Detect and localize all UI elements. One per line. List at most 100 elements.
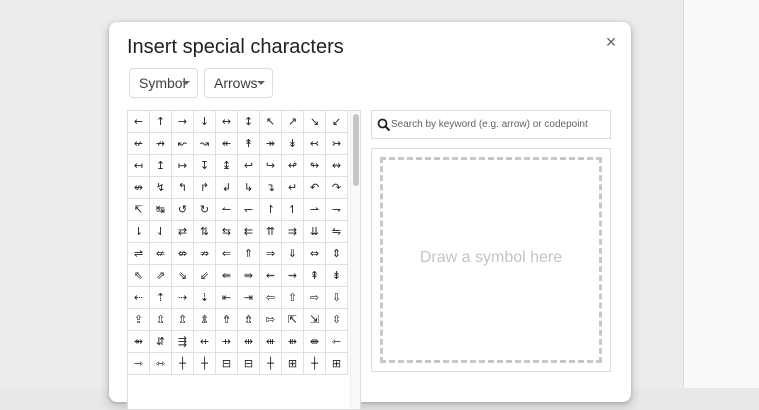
- symbol-cell[interactable]: ⇹: [238, 331, 260, 353]
- symbol-cell[interactable]: ↹: [150, 199, 172, 221]
- symbol-grid-scrollbar[interactable]: [350, 111, 360, 409]
- symbol-cell[interactable]: ⇵: [150, 331, 172, 353]
- symbol-cell[interactable]: ↣: [326, 133, 348, 155]
- symbol-cell[interactable]: ⇠: [128, 287, 150, 309]
- subcategory-dropdown[interactable]: Arrows: [204, 68, 273, 98]
- draw-canvas[interactable]: Draw a symbol here: [380, 157, 602, 363]
- symbol-cell[interactable]: ⇞: [304, 265, 326, 287]
- symbol-cell[interactable]: ↺: [172, 199, 194, 221]
- symbol-cell[interactable]: ⇴: [128, 331, 150, 353]
- symbol-cell[interactable]: ↛: [150, 133, 172, 155]
- symbol-cell[interactable]: ↷: [326, 177, 348, 199]
- symbol-cell[interactable]: ⇣: [194, 287, 216, 309]
- symbol-cell[interactable]: ↰: [172, 177, 194, 199]
- symbol-cell[interactable]: ↵: [282, 177, 304, 199]
- symbol-cell[interactable]: ⇯: [238, 309, 260, 331]
- symbol-cell[interactable]: ⇳: [326, 309, 348, 331]
- symbol-cell[interactable]: ⇲: [304, 309, 326, 331]
- symbol-cell[interactable]: ┼: [172, 353, 194, 375]
- symbol-cell[interactable]: ⇈: [260, 221, 282, 243]
- symbol-cell[interactable]: ↲: [216, 177, 238, 199]
- symbol-cell[interactable]: ↽: [238, 199, 260, 221]
- symbol-cell[interactable]: ↔: [216, 111, 238, 133]
- symbol-cell[interactable]: ↠: [260, 133, 282, 155]
- symbol-cell[interactable]: ⇁: [326, 199, 348, 221]
- symbol-cell[interactable]: ⇫: [150, 309, 172, 331]
- symbol-cell[interactable]: ⇥: [238, 287, 260, 309]
- symbol-cell[interactable]: ⇔: [304, 243, 326, 265]
- symbol-cell[interactable]: ⇍: [150, 243, 172, 265]
- symbol-cell[interactable]: ↾: [260, 199, 282, 221]
- symbol-cell[interactable]: ⇓: [282, 243, 304, 265]
- symbol-cell[interactable]: ↘: [304, 111, 326, 133]
- symbol-cell[interactable]: ⇨: [304, 287, 326, 309]
- symbol-cell[interactable]: ↢: [304, 133, 326, 155]
- symbol-cell[interactable]: ⇾: [128, 353, 150, 375]
- symbol-cell[interactable]: ↸: [128, 199, 150, 221]
- symbol-cell[interactable]: ⇰: [260, 309, 282, 331]
- symbol-cell[interactable]: ⇼: [304, 331, 326, 353]
- symbol-cell[interactable]: ⇚: [216, 265, 238, 287]
- symbol-cell[interactable]: ↨: [216, 155, 238, 177]
- symbol-cell[interactable]: ⇗: [150, 265, 172, 287]
- symbol-cell[interactable]: ⇜: [260, 265, 282, 287]
- symbol-cell[interactable]: ⇭: [194, 309, 216, 331]
- search-input[interactable]: [391, 112, 605, 137]
- symbol-cell[interactable]: ↫: [282, 155, 304, 177]
- symbol-cell[interactable]: ↦: [172, 155, 194, 177]
- symbol-cell[interactable]: ⇙: [194, 265, 216, 287]
- symbol-cell[interactable]: ↳: [238, 177, 260, 199]
- symbol-cell[interactable]: ⇕: [326, 243, 348, 265]
- symbol-cell[interactable]: ↧: [194, 155, 216, 177]
- symbol-cell[interactable]: ↥: [150, 155, 172, 177]
- symbol-cell[interactable]: ⇛: [238, 265, 260, 287]
- symbol-cell[interactable]: ⇽: [326, 331, 348, 353]
- symbol-cell[interactable]: ⇩: [326, 287, 348, 309]
- symbol-cell[interactable]: ↪: [260, 155, 282, 177]
- symbol-cell[interactable]: ↡: [282, 133, 304, 155]
- symbol-cell[interactable]: ⇒: [260, 243, 282, 265]
- symbol-cell[interactable]: ↶: [304, 177, 326, 199]
- symbol-cell[interactable]: ↩: [238, 155, 260, 177]
- symbol-cell[interactable]: ↼: [216, 199, 238, 221]
- symbol-cell[interactable]: ↙: [326, 111, 348, 133]
- symbol-cell[interactable]: ⇅: [194, 221, 216, 243]
- symbol-cell[interactable]: ⇎: [172, 243, 194, 265]
- symbol-cell[interactable]: ⇄: [172, 221, 194, 243]
- symbol-cell[interactable]: ↓: [194, 111, 216, 133]
- symbol-cell[interactable]: ⇬: [172, 309, 194, 331]
- symbol-cell[interactable]: ⇶: [172, 331, 194, 353]
- symbol-cell[interactable]: ⇮: [216, 309, 238, 331]
- symbol-cell[interactable]: ↿: [282, 199, 304, 221]
- symbol-cell[interactable]: ⇌: [128, 243, 150, 265]
- symbol-cell[interactable]: ⇻: [282, 331, 304, 353]
- symbol-cell[interactable]: ⇉: [282, 221, 304, 243]
- category-dropdown[interactable]: Symbol: [129, 68, 198, 98]
- symbol-cell[interactable]: →: [172, 111, 194, 133]
- symbol-cell[interactable]: ↚: [128, 133, 150, 155]
- symbol-cell[interactable]: ↤: [128, 155, 150, 177]
- symbol-cell[interactable]: ↱: [194, 177, 216, 199]
- symbol-cell[interactable]: ⊞: [282, 353, 304, 375]
- symbol-cell[interactable]: ↜: [172, 133, 194, 155]
- close-icon[interactable]: ×: [601, 32, 621, 52]
- symbol-cell[interactable]: ↑: [150, 111, 172, 133]
- symbol-cell[interactable]: ⇦: [260, 287, 282, 309]
- symbol-cell[interactable]: ⇢: [172, 287, 194, 309]
- symbol-cell[interactable]: ⊞: [326, 353, 348, 375]
- symbol-cell[interactable]: ⇑: [238, 243, 260, 265]
- symbol-cell[interactable]: ⇡: [150, 287, 172, 309]
- symbol-cell[interactable]: ⇋: [326, 221, 348, 243]
- symbol-cell[interactable]: ⇺: [260, 331, 282, 353]
- symbol-cell[interactable]: ⇖: [128, 265, 150, 287]
- symbol-cell[interactable]: ←: [128, 111, 150, 133]
- symbol-cell[interactable]: ↟: [238, 133, 260, 155]
- symbol-cell[interactable]: ⊟: [238, 353, 260, 375]
- symbol-cell[interactable]: ⊟: [216, 353, 238, 375]
- symbol-cell[interactable]: ↮: [128, 177, 150, 199]
- symbol-cell[interactable]: ⇷: [194, 331, 216, 353]
- symbol-cell[interactable]: ↯: [150, 177, 172, 199]
- symbol-cell[interactable]: ↝: [194, 133, 216, 155]
- symbol-cell[interactable]: ⇀: [304, 199, 326, 221]
- symbol-cell[interactable]: ⇝: [282, 265, 304, 287]
